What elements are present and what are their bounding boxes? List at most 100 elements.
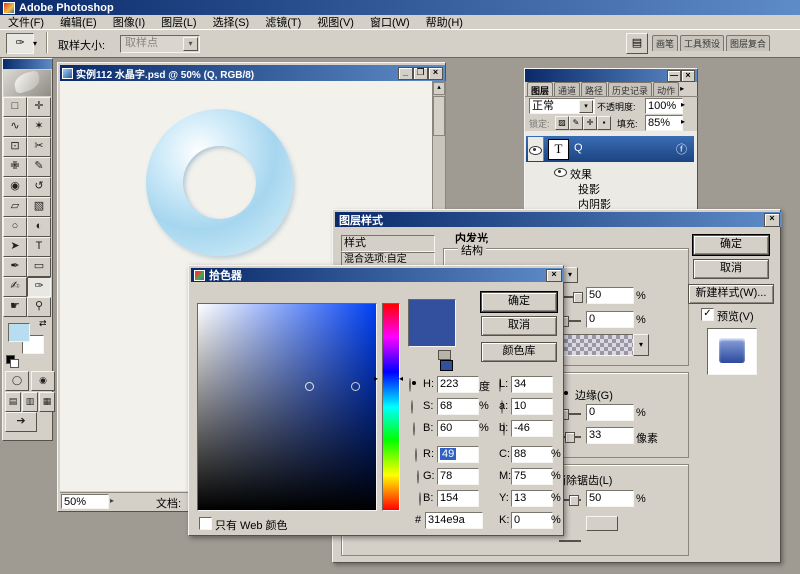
hand-tool[interactable]: ☛ xyxy=(3,297,27,317)
menu-file[interactable]: 文件(F) xyxy=(8,14,44,30)
well-tab-tool-presets[interactable]: 工具预设 xyxy=(680,35,724,51)
size-slider-handle[interactable] xyxy=(565,432,575,443)
h-radio[interactable] xyxy=(409,378,411,392)
new-style-button[interactable]: 新建样式(W)... xyxy=(688,284,774,304)
layer-thumbnail[interactable]: T xyxy=(548,139,569,160)
effect-inner-shadow-row[interactable]: 内阴影 xyxy=(526,195,694,209)
choke-field[interactable]: 0 xyxy=(586,404,634,421)
layer-style-titlebar[interactable]: 图层样式 × xyxy=(335,212,782,227)
color-libraries-button[interactable]: 颜色库 xyxy=(481,342,557,362)
toolbox-titlebar[interactable] xyxy=(3,59,52,69)
hex-field[interactable]: 314e9a xyxy=(425,512,483,529)
fullscreen-menubar-button[interactable]: ▥ xyxy=(22,392,38,412)
eraser-tool[interactable]: ▱ xyxy=(3,197,27,217)
palette-collapse-button[interactable]: — xyxy=(667,70,681,82)
palette-menu-icon[interactable]: ▸ xyxy=(680,82,684,96)
picker-ok-button[interactable]: 确定 xyxy=(481,292,557,312)
shape-tool[interactable]: ▭ xyxy=(27,257,51,277)
zoom-level-field[interactable]: 50% xyxy=(61,494,109,509)
close-button[interactable]: × xyxy=(428,67,443,80)
scroll-up-icon[interactable]: ▴ xyxy=(433,82,445,95)
menu-view[interactable]: 视图(V) xyxy=(317,14,354,30)
glow-opacity-field[interactable]: 50 xyxy=(586,287,634,304)
layer-style-cancel-button[interactable]: 取消 xyxy=(693,259,769,279)
gamut-warning-icon[interactable] xyxy=(438,350,451,360)
y-field[interactable]: 13 xyxy=(511,490,553,507)
layer-name[interactable]: Q xyxy=(574,142,583,154)
tool-preset-arrow-icon[interactable]: ▾ xyxy=(33,39,37,48)
layers-palette-titlebar[interactable]: — × xyxy=(525,69,697,82)
b2-radio[interactable] xyxy=(419,492,421,506)
blur-tool[interactable]: ○ xyxy=(3,217,27,237)
color-field-marker[interactable] xyxy=(305,382,314,391)
fill-slider-icon[interactable]: ▸ xyxy=(681,117,685,126)
s-radio[interactable] xyxy=(411,400,413,414)
slice-tool[interactable]: ✂ xyxy=(27,137,51,157)
effects-eye-icon[interactable] xyxy=(554,168,567,177)
preview-checkbox[interactable]: ✓ xyxy=(701,308,714,321)
lock-all-icon[interactable]: ▪ xyxy=(597,116,611,130)
dodge-tool[interactable]: ◐ xyxy=(27,217,51,237)
layer-fx-icon[interactable]: ⓕ xyxy=(676,141,687,157)
menu-edit[interactable]: 编辑(E) xyxy=(60,14,97,30)
gradient-tool[interactable]: ▧ xyxy=(27,197,51,217)
k-field[interactable]: 0 xyxy=(511,512,553,529)
standard-mode-button[interactable]: ◯ xyxy=(5,371,29,391)
menu-filter[interactable]: 滤镜(T) xyxy=(265,14,301,30)
status-arrow-icon[interactable]: ▸ xyxy=(110,496,114,505)
l-field[interactable]: 34 xyxy=(511,376,553,393)
layer-row-selected[interactable]: T Q ⓕ xyxy=(526,136,694,162)
contour-dropdown-arrow-icon[interactable]: ▾ xyxy=(562,267,578,283)
lock-pixels-icon[interactable]: ✎ xyxy=(569,116,583,130)
m-field[interactable]: 75 xyxy=(511,468,553,485)
menu-layer[interactable]: 图层(L) xyxy=(161,14,196,30)
type-tool[interactable]: T xyxy=(27,237,51,257)
layer-style-ok-button[interactable]: 确定 xyxy=(693,235,769,255)
tab-paths[interactable]: 路径 xyxy=(581,82,607,96)
tab-actions[interactable]: 动作 xyxy=(653,82,679,96)
g-field[interactable]: 78 xyxy=(437,468,479,485)
visibility-cell[interactable] xyxy=(528,137,544,161)
jitter-slider-track[interactable] xyxy=(559,540,581,542)
healing-brush-tool[interactable]: ✙ xyxy=(3,157,27,177)
menu-help[interactable]: 帮助(H) xyxy=(426,14,463,30)
eyedropper-tool-button[interactable]: ✑ xyxy=(6,33,34,54)
pen-tool[interactable]: ✒ xyxy=(3,257,27,277)
notes-tool[interactable]: ✍ xyxy=(3,277,27,297)
hue-slider[interactable] xyxy=(382,303,400,511)
effects-row[interactable]: 效果 xyxy=(526,165,694,179)
scroll-thumb[interactable] xyxy=(433,96,445,136)
web-colors-checkbox[interactable] xyxy=(199,517,212,530)
noise-field[interactable]: 0 xyxy=(586,311,634,328)
document-titlebar[interactable]: 实例112 水晶字.psd @ 50% (Q, RGB/8) _ ❐ × xyxy=(60,65,445,81)
color-picker-titlebar[interactable]: 拾色器 × xyxy=(191,268,564,282)
quickmask-mode-button[interactable]: ◉ xyxy=(31,371,55,391)
glow-gradient-arrow-icon[interactable]: ▾ xyxy=(633,334,649,356)
move-tool[interactable]: ✛ xyxy=(27,97,51,117)
lock-transparency-icon[interactable]: ▨ xyxy=(555,116,569,130)
h-field[interactable]: 223 xyxy=(437,376,479,393)
sample-size-dropdown[interactable]: 取样点 ▾ xyxy=(120,35,200,53)
lasso-tool[interactable]: ∿ xyxy=(3,117,27,137)
picker-cancel-button[interactable]: 取消 xyxy=(481,316,557,336)
lock-position-icon[interactable]: ✛ xyxy=(583,116,597,130)
range-field[interactable]: 50 xyxy=(586,490,634,507)
crop-tool[interactable]: ⊡ xyxy=(3,137,27,157)
path-selection-tool[interactable]: ➤ xyxy=(3,237,27,257)
menu-select[interactable]: 选择(S) xyxy=(213,14,250,30)
size-field[interactable]: 33 xyxy=(586,427,634,444)
bb-field[interactable]: -46 xyxy=(511,420,553,437)
web-safe-cube-icon[interactable] xyxy=(440,360,453,371)
color-field[interactable] xyxy=(197,303,377,511)
toggle-palette-button[interactable]: ▤ xyxy=(626,33,648,54)
effect-drop-shadow-row[interactable]: 投影 xyxy=(526,180,694,194)
magic-wand-tool[interactable]: ✶ xyxy=(27,117,51,137)
layer-style-close-button[interactable]: × xyxy=(764,213,780,227)
color-field-marker-2[interactable] xyxy=(351,382,360,391)
tab-history[interactable]: 历史记录 xyxy=(608,82,652,96)
tab-channels[interactable]: 通道 xyxy=(554,82,580,96)
eyedropper-tool-selected[interactable]: ✑ xyxy=(27,277,51,297)
b2-field[interactable]: 154 xyxy=(437,490,479,507)
color-picker-close-button[interactable]: × xyxy=(546,269,562,282)
b-field[interactable]: 60 xyxy=(437,420,479,437)
